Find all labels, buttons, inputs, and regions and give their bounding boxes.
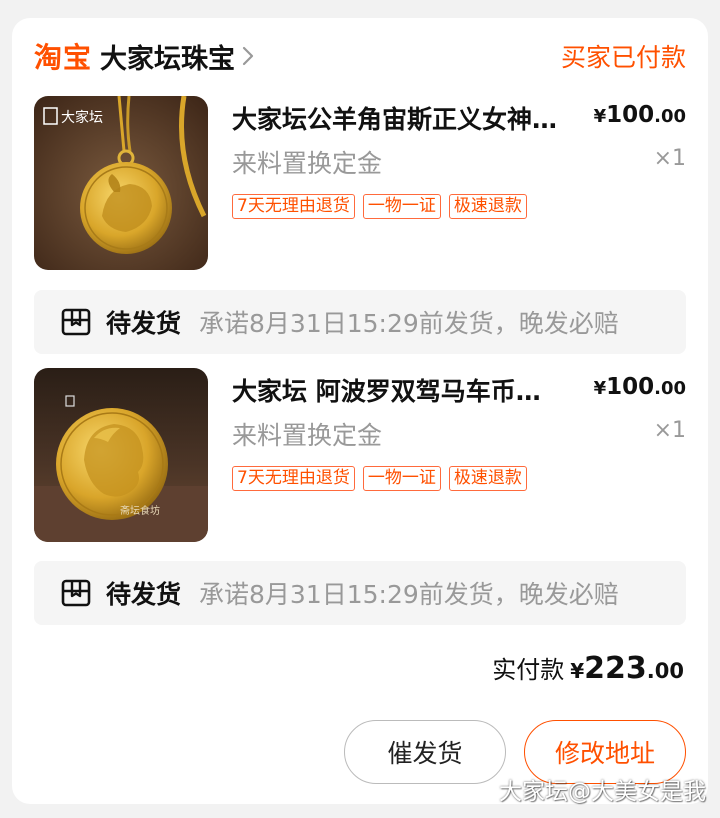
item-sku: 来料置换定金 (232, 421, 383, 450)
product-image[interactable]: 大家坛 (34, 96, 208, 270)
service-tags: 7天无理由退货 一物一证 极速退款 (232, 466, 527, 491)
shipping-promise: 承诺8月31日15:29前发货，晚发必赔 (199, 309, 619, 338)
product-image[interactable]: 斋坛食坊 (34, 368, 208, 542)
order-status: 买家已付款 (560, 43, 686, 72)
tag-return: 7天无理由退货 (232, 194, 355, 219)
shipping-status-bar[interactable]: 待发货 承诺8月31日15:29前发货，晚发必赔 (34, 290, 686, 354)
watermark: 大家坛@大美女是我 (499, 779, 706, 805)
total-amount: 223 (584, 651, 647, 686)
package-icon (61, 308, 91, 336)
order-item[interactable]: 斋坛食坊 大家坛 阿波罗双驾马车币… ¥100.00 来料置换定金 ×1 7天无… (34, 368, 686, 544)
item-quantity: ×1 (653, 418, 686, 443)
shipping-promise: 承诺8月31日15:29前发货，晚发必赔 (199, 580, 619, 609)
shop-name[interactable]: 大家坛珠宝 (100, 37, 235, 76)
item-title[interactable]: 大家坛公羊角宙斯正义女神… (232, 100, 592, 136)
item-price: ¥100.00 (593, 102, 686, 128)
shipping-status-bar[interactable]: 待发货 承诺8月31日15:29前发货，晚发必赔 (34, 561, 686, 625)
item-title[interactable]: 大家坛 阿波罗双驾马车币… (232, 372, 592, 408)
total-label: 实付款 (492, 656, 565, 684)
order-card: 淘宝 大家坛珠宝 买家已付款 大家坛 大家坛公羊角宙斯正义女神… ¥100.00… (12, 18, 708, 804)
total-amount-decimal: .00 (646, 659, 684, 683)
tag-certificate: 一物一证 (362, 466, 441, 491)
shipping-status: 待发货 (106, 580, 182, 609)
shop-header[interactable]: 淘宝 大家坛珠宝 (34, 36, 255, 76)
tag-return: 7天无理由退货 (232, 466, 355, 491)
item-quantity: ×1 (653, 146, 686, 171)
urge-shipping-button[interactable]: 催发货 (344, 720, 506, 784)
taobao-logo: 淘宝 (34, 41, 93, 74)
chevron-right-icon (242, 46, 254, 66)
service-tags: 7天无理由退货 一物一证 极速退款 (232, 194, 527, 219)
total-currency: ¥ (570, 659, 585, 683)
order-total: 实付款 ¥ 223 .00 (492, 650, 684, 686)
item-price: ¥100.00 (593, 374, 686, 400)
package-icon (61, 579, 91, 607)
shipping-status: 待发货 (106, 309, 182, 338)
brand-mark: 大家坛 (61, 109, 103, 125)
tag-fast-refund: 极速退款 (448, 194, 527, 219)
order-item[interactable]: 大家坛 大家坛公羊角宙斯正义女神… ¥100.00 来料置换定金 ×1 7天无理… (34, 96, 686, 272)
svg-text:斋坛食坊: 斋坛食坊 (120, 504, 160, 517)
tag-fast-refund: 极速退款 (448, 466, 527, 491)
tag-certificate: 一物一证 (362, 194, 441, 219)
item-sku: 来料置换定金 (232, 149, 383, 178)
